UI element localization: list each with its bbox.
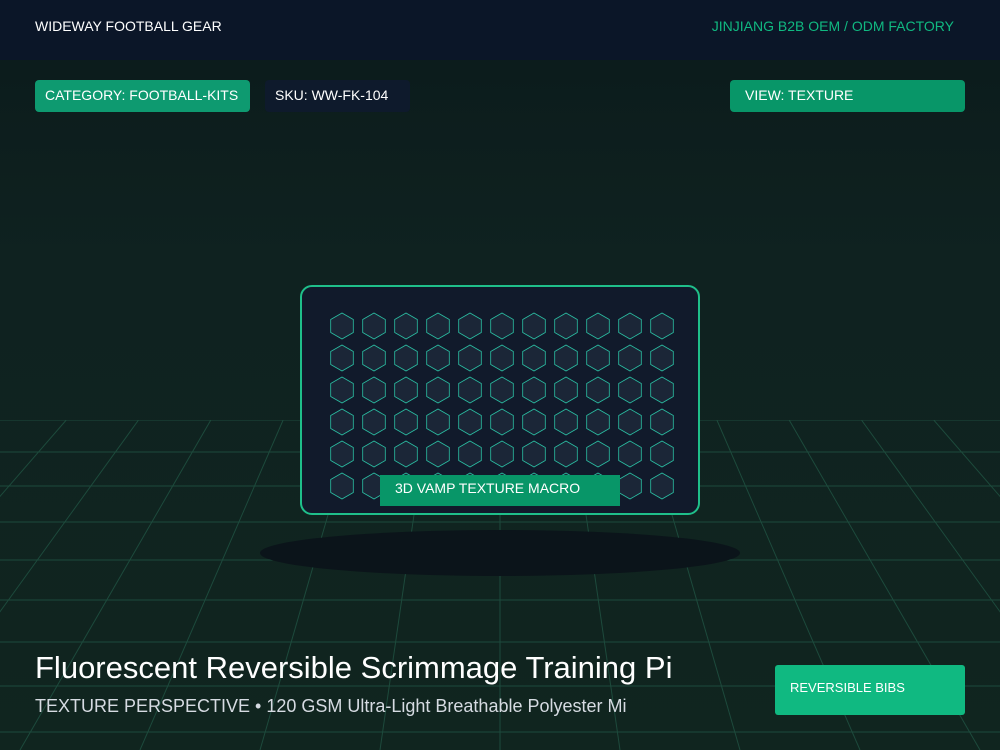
hexagon-icon (586, 344, 610, 372)
hexagon-icon (554, 408, 578, 436)
texture-macro-label: 3D VAMP TEXTURE MACRO (380, 475, 620, 506)
hexagon-icon (458, 312, 482, 340)
sku-chip: SKU: WW-FK-104 (265, 80, 410, 112)
hexagon-icon (426, 344, 450, 372)
hexagon-icon (586, 408, 610, 436)
hexagon-icon (362, 376, 386, 404)
product-subtitle: TEXTURE PERSPECTIVE • 120 GSM Ultra-Ligh… (35, 696, 627, 716)
hexagon-icon (330, 344, 354, 372)
hexagon-icon (426, 376, 450, 404)
hexagon-icon (490, 376, 514, 404)
hexagon-icon (650, 312, 674, 340)
hexagon-icon (362, 408, 386, 436)
hexagon-icon (490, 312, 514, 340)
hexagon-icon (394, 440, 418, 468)
hexagon-icon (650, 472, 674, 500)
hexagon-icon (458, 376, 482, 404)
product-title: Fluorescent Reversible Scrimmage Trainin… (35, 650, 673, 685)
panel-shadow (260, 530, 740, 576)
hexagon-icon (618, 312, 642, 340)
reversible-bibs-button[interactable]: REVERSIBLE BIBS (775, 665, 965, 715)
hexagon-icon (394, 344, 418, 372)
hexagon-icon (618, 408, 642, 436)
hexagon-icon (554, 376, 578, 404)
hexagon-icon (362, 440, 386, 468)
hexagon-icon (586, 440, 610, 468)
hexagon-icon (394, 376, 418, 404)
view-chip[interactable]: VIEW: TEXTURE (730, 80, 965, 112)
hexagon-icon (362, 312, 386, 340)
hexagon-icon (394, 408, 418, 436)
hexagon-icon (330, 312, 354, 340)
hexagon-icon (650, 344, 674, 372)
hexagon-icon (426, 440, 450, 468)
hexagon-icon (618, 376, 642, 404)
hexagon-icon (426, 408, 450, 436)
hexagon-icon (522, 376, 546, 404)
hexagon-icon (330, 472, 354, 500)
hexagon-icon (618, 344, 642, 372)
hexagon-icon (490, 408, 514, 436)
hexagon-icon (554, 440, 578, 468)
hexagon-icon (554, 344, 578, 372)
hexagon-icon (618, 440, 642, 468)
hexagon-icon (330, 376, 354, 404)
hexagon-icon (522, 440, 546, 468)
hexagon-icon (554, 312, 578, 340)
hexagon-icon (586, 312, 610, 340)
hexagon-icon (330, 408, 354, 436)
hexagon-icon (394, 312, 418, 340)
hexagon-icon (458, 344, 482, 372)
factory-tagline: JINJIANG B2B OEM / ODM FACTORY (711, 18, 954, 34)
hexagon-icon (522, 408, 546, 436)
hexagon-icon (490, 344, 514, 372)
hexagon-icon (650, 408, 674, 436)
category-chip[interactable]: CATEGORY: FOOTBALL-KITS (35, 80, 250, 112)
hexagon-icon (522, 344, 546, 372)
hexagon-icon (650, 440, 674, 468)
hexagon-icon (522, 312, 546, 340)
hexagon-icon (426, 312, 450, 340)
hexagon-icon (618, 472, 642, 500)
hexagon-icon (586, 376, 610, 404)
hexagon-icon (650, 376, 674, 404)
hexagon-icon (458, 440, 482, 468)
hexagon-icon (458, 408, 482, 436)
brand-name[interactable]: WIDEWAY FOOTBALL GEAR (35, 18, 222, 34)
top-bar: WIDEWAY FOOTBALL GEAR JINJIANG B2B OEM /… (0, 0, 1000, 60)
hexagon-icon (490, 440, 514, 468)
hexagon-icon (362, 344, 386, 372)
hexagon-icon (330, 440, 354, 468)
